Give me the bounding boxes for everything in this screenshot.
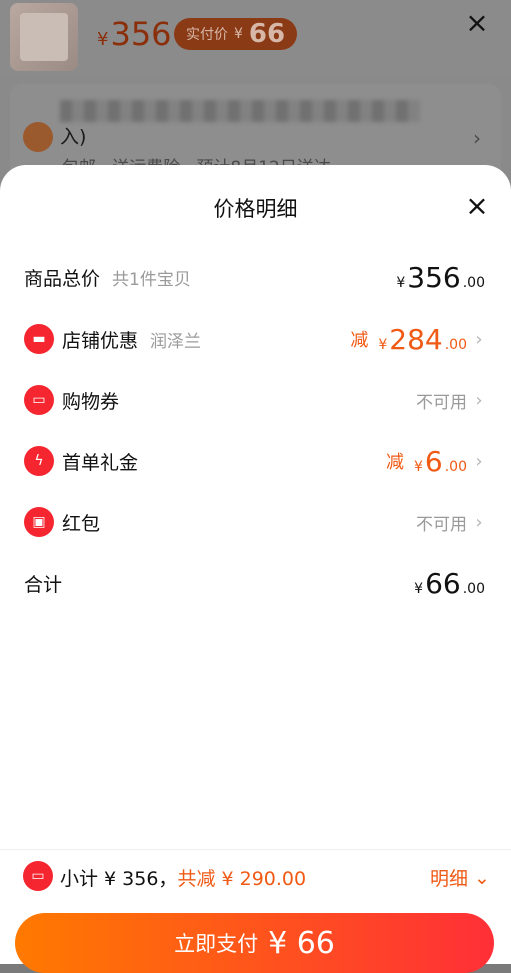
pay-now-button[interactable]: 立即支付 ¥ 66 [15, 913, 494, 973]
row-label: 红包 [62, 513, 101, 535]
chevron-right-icon: › [473, 126, 481, 150]
row-total: 合计 ¥66.00 [0, 563, 511, 603]
red-packet-icon: ▣ [24, 507, 54, 537]
store-icon: ▬ [24, 324, 54, 354]
row-status: 不可用 [416, 514, 467, 535]
pay-amount: ¥ 66 [268, 925, 335, 961]
chevron-right-icon: › [475, 328, 483, 350]
coupon-icon: ▭ [23, 861, 53, 891]
chevron-down-icon: ⌄ [474, 866, 490, 889]
row-coupon[interactable]: ▭ 购物券 不可用 › [0, 380, 511, 420]
chevron-right-icon: › [475, 511, 483, 533]
chevron-right-icon: › [475, 450, 483, 472]
close-icon[interactable]: × [462, 191, 492, 221]
blurred-address [60, 100, 420, 122]
actual-price-badge: 实付价 ¥ 66 [174, 18, 298, 50]
row-label: 首单礼金 [62, 452, 139, 474]
background-price: ¥356 [97, 15, 172, 53]
row-sub: 润泽兰 [150, 332, 201, 352]
row-prefix: 减 [350, 330, 369, 351]
detail-label: 明细 [430, 868, 469, 890]
product-thumbnail [10, 3, 78, 71]
row-status: 不可用 [416, 392, 467, 413]
row-amount: ¥66.00 [414, 566, 485, 600]
detail-toggle[interactable]: 明细 ⌄ [430, 864, 490, 891]
row-amount: ¥6.00 [413, 444, 467, 478]
background-close-icon[interactable]: × [462, 8, 492, 38]
row-total-goods: 商品总价 共1件宝贝 ¥356.00 [0, 257, 511, 297]
row-label: 店铺优惠 [62, 330, 139, 352]
row-label: 购物券 [62, 391, 120, 413]
row-red-packet[interactable]: ▣ 红包 不可用 › [0, 502, 511, 542]
row-first-order-gift[interactable]: ϟ 首单礼金 减 ¥6.00 › [0, 441, 511, 481]
row-amount: ¥356.00 [396, 260, 485, 294]
row-amount: ¥284.00 [378, 322, 467, 356]
subtotal-summary: 小计 ¥ 356，共减 ¥ 290.00 [60, 868, 307, 890]
location-icon [23, 122, 53, 152]
row-label: 合计 [24, 574, 63, 596]
lightning-icon: ϟ [24, 446, 54, 476]
chevron-right-icon: › [475, 389, 483, 411]
row-store-discount[interactable]: ▬ 店铺优惠 润泽兰 减 ¥284.00 › [0, 319, 511, 359]
footer-divider [0, 849, 511, 850]
row-prefix: 减 [385, 452, 404, 473]
row-sub: 共1件宝贝 [112, 270, 191, 290]
coupon-icon: ▭ [24, 385, 54, 415]
row-label: 商品总价 [24, 268, 101, 290]
address-line: 入) [60, 126, 87, 148]
pay-label: 立即支付 [174, 932, 259, 956]
sheet-title: 价格明细 [213, 197, 298, 221]
